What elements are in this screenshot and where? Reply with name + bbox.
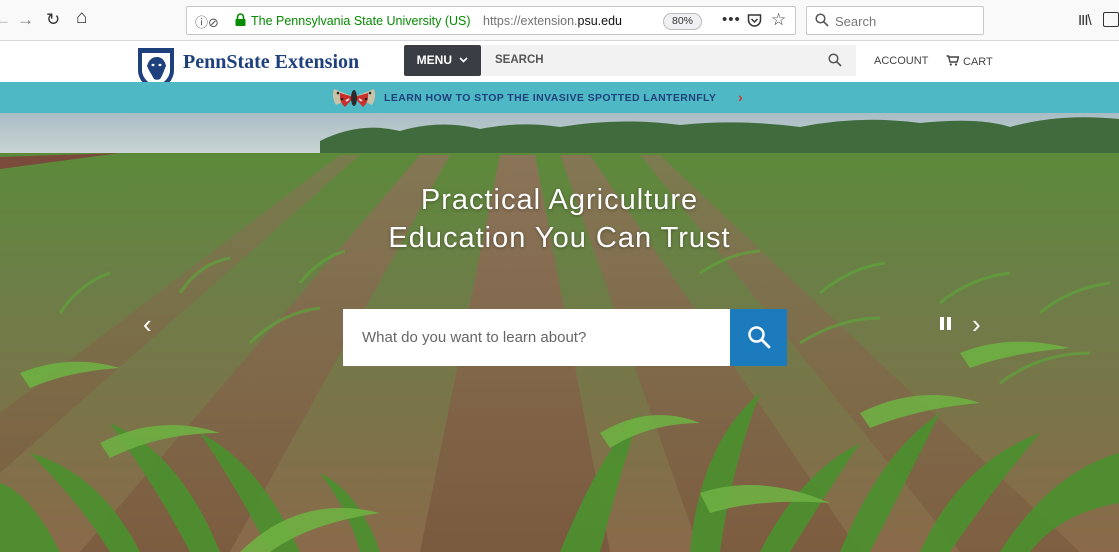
- zoom-badge[interactable]: 80%: [663, 13, 703, 30]
- carousel-pause-icon[interactable]: [939, 317, 952, 330]
- back-icon[interactable]: ←: [0, 10, 11, 30]
- hero-title-line-1: Practical Agriculture: [420, 184, 699, 216]
- site-search-bar[interactable]: SEARCH: [481, 45, 856, 76]
- sidebar-icon[interactable]: [1103, 12, 1119, 27]
- account-link[interactable]: ACCOUNT: [874, 55, 928, 67]
- hero-search-placeholder: What do you want to learn about?: [362, 329, 587, 346]
- star-icon[interactable]: ☆: [771, 10, 786, 30]
- cart-link[interactable]: CART: [946, 55, 993, 68]
- carousel-prev-icon[interactable]: ‹: [143, 309, 152, 340]
- hero-section: Practical Agriculture Education You Can …: [0, 113, 1119, 552]
- cart-icon: [946, 55, 959, 66]
- browser-search-field[interactable]: Search: [806, 6, 984, 35]
- announcement-banner[interactable]: LEARN HOW TO STOP THE INVASIVE SPOTTED L…: [0, 82, 1119, 113]
- more-icon[interactable]: •••: [722, 11, 741, 28]
- menu-button[interactable]: MENU: [404, 45, 481, 76]
- site-brand[interactable]: PennState Extension: [183, 51, 359, 74]
- home-icon[interactable]: ⌂: [76, 8, 87, 28]
- site-header: PennState Extension MENU SEARCH ACCOUNT …: [0, 41, 1119, 91]
- reload-icon[interactable]: ↻: [46, 10, 60, 30]
- carousel-next-icon[interactable]: ›: [972, 309, 981, 340]
- lock-icon: [235, 13, 246, 26]
- lanternfly-icon: [332, 89, 376, 107]
- site-identity[interactable]: The Pennsylvania State University (US): [251, 14, 471, 28]
- banner-link-text[interactable]: LEARN HOW TO STOP THE INVASIVE SPOTTED L…: [384, 92, 716, 104]
- search-icon: [748, 326, 771, 349]
- pocket-icon[interactable]: [747, 13, 762, 28]
- hero-title-line-2: Education You Can Trust: [388, 222, 731, 254]
- browser-search-placeholder: Search: [835, 14, 877, 29]
- hero-search-input[interactable]: What do you want to learn about?: [343, 309, 730, 366]
- info-icon[interactable]: ⓘ⊘: [195, 12, 219, 31]
- url-text[interactable]: https://extension.psu.edu: [483, 14, 622, 28]
- chevron-right-icon[interactable]: ›: [738, 89, 743, 105]
- forward-icon[interactable]: →: [17, 10, 34, 30]
- url-bar[interactable]: ⓘ⊘ The Pennsylvania State University (US…: [186, 6, 796, 35]
- site-search-label: SEARCH: [495, 54, 544, 66]
- browser-toolbar: ← → ↻ ⌂ ⓘ⊘ The Pennsylvania State Univer…: [0, 0, 1119, 41]
- chevron-down-icon: [459, 57, 468, 63]
- library-icon[interactable]: III\: [1078, 12, 1092, 29]
- search-icon[interactable]: [828, 53, 842, 67]
- hero-search-button[interactable]: [730, 309, 787, 366]
- search-icon: [815, 13, 829, 27]
